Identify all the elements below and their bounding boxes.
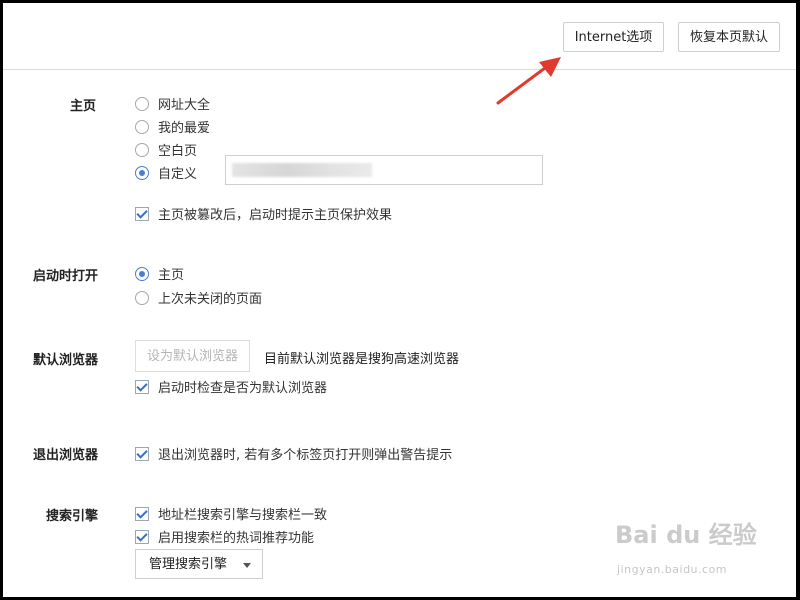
checkbox-checked[interactable]	[135, 506, 149, 521]
checkbox-checked[interactable]	[135, 446, 149, 461]
checkbox-checked[interactable]	[135, 529, 149, 544]
red-arrow-annotation-icon	[496, 57, 561, 105]
radio-selected[interactable]	[135, 266, 149, 281]
homepage-option-custom[interactable]: 自定义	[135, 163, 197, 182]
homepage-option-url-directory[interactable]: 网址大全	[135, 94, 210, 113]
exit-warning-checkbox[interactable]: 退出浏览器时, 若有多个标签页打开则弹出警告提示	[135, 444, 452, 463]
option-label: 我的最爱	[158, 121, 211, 136]
homepage-protect-checkbox[interactable]: 主页被篡改后，启动时提示主页保护效果	[135, 204, 392, 223]
option-label: 上次未关闭的页面	[158, 292, 263, 307]
radio-unselected[interactable]	[135, 290, 149, 305]
option-label: 自定义	[158, 167, 198, 182]
option-label: 空白页	[158, 144, 198, 159]
checkbox-label: 启动时检查是否为默认浏览器	[158, 381, 328, 396]
option-label: 网址大全	[158, 98, 211, 113]
watermark-brand: Bai du 经验	[615, 521, 757, 549]
radio-selected[interactable]	[135, 165, 149, 180]
settings-panel: Internet选项 恢复本页默认 主页 网址大全 我的最爱 空白页 自定义 主…	[3, 3, 796, 597]
exit-browser-section-label: 退出浏览器	[33, 448, 99, 463]
startup-section-label: 启动时打开	[33, 269, 99, 284]
dropdown-label: 管理搜索引擎	[149, 557, 228, 572]
restore-defaults-button[interactable]: 恢复本页默认	[678, 22, 780, 52]
homepage-option-favorites[interactable]: 我的最爱	[135, 117, 210, 136]
checkbox-checked[interactable]	[135, 206, 149, 221]
radio-unselected[interactable]	[135, 142, 149, 157]
homepage-option-blank[interactable]: 空白页	[135, 140, 197, 159]
internet-options-button[interactable]: Internet选项	[563, 22, 664, 52]
startup-option-homepage[interactable]: 主页	[135, 264, 184, 283]
checkbox-label: 地址栏搜索引擎与搜索栏一致	[158, 508, 328, 523]
hot-words-checkbox[interactable]: 启用搜索栏的热词推荐功能	[135, 527, 314, 546]
homepage-section-label: 主页	[70, 99, 97, 114]
option-label: 主页	[158, 268, 185, 283]
settings-toolbar: Internet选项 恢复本页默认	[3, 3, 796, 70]
checkbox-label: 启用搜索栏的热词推荐功能	[158, 531, 315, 546]
baidu-jingyan-watermark: Bai du 经验 jingyan.baidu.com	[615, 515, 765, 585]
radio-unselected[interactable]	[135, 96, 149, 111]
checkbox-checked[interactable]	[135, 379, 149, 394]
watermark-url: jingyan.baidu.com	[617, 563, 728, 576]
blurred-url-text	[232, 163, 372, 177]
checkbox-label: 退出浏览器时, 若有多个标签页打开则弹出警告提示	[158, 448, 453, 463]
custom-homepage-url-input[interactable]	[225, 155, 543, 185]
set-default-browser-button[interactable]: 设为默认浏览器	[135, 340, 250, 372]
caret-down-icon	[243, 563, 251, 568]
checkbox-label: 主页被篡改后，启动时提示主页保护效果	[158, 208, 393, 223]
default-browser-section-label: 默认浏览器	[33, 353, 99, 368]
search-engine-sync-checkbox[interactable]: 地址栏搜索引擎与搜索栏一致	[135, 504, 327, 523]
manage-search-engines-dropdown[interactable]: 管理搜索引擎	[135, 549, 263, 579]
default-browser-status: 目前默认浏览器是搜狗高速浏览器	[264, 352, 460, 367]
check-default-on-startup-checkbox[interactable]: 启动时检查是否为默认浏览器	[135, 377, 327, 396]
startup-option-last-session[interactable]: 上次未关闭的页面	[135, 288, 262, 307]
search-engine-section-label: 搜索引擎	[46, 509, 99, 524]
radio-unselected[interactable]	[135, 119, 149, 134]
